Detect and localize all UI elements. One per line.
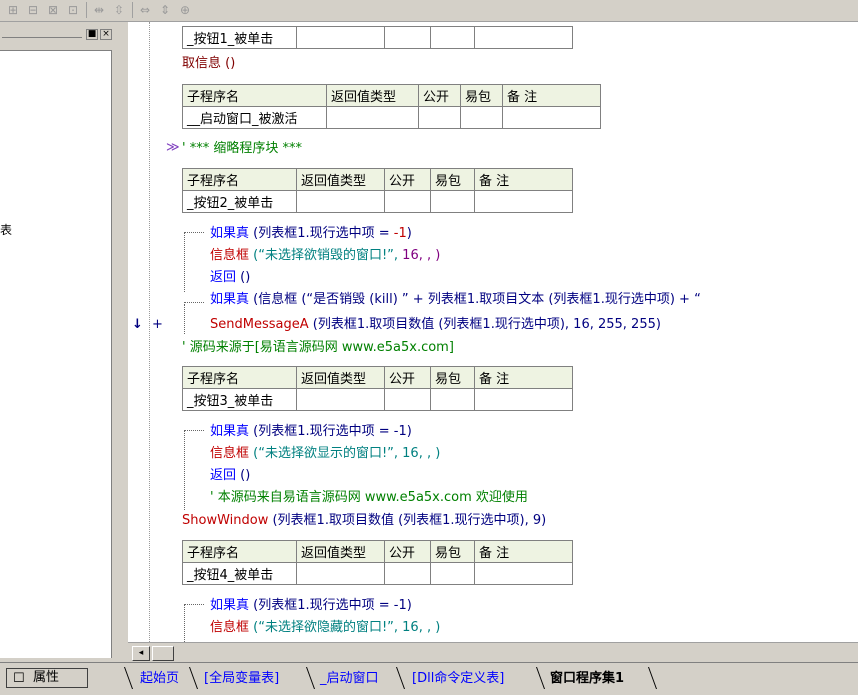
table-insert-icon[interactable]: ⊞: [4, 2, 22, 18]
row-height-icon[interactable]: ⇳: [110, 2, 128, 18]
sub-table-activate: 子程序名 返回值类型 公开 易包 备 注 __启动窗口_被激活: [182, 84, 601, 129]
header-public: 公开: [418, 84, 461, 107]
code-line[interactable]: 信息框 (“未选择欲显示的窗口!”, 16, , ): [210, 446, 440, 462]
header-sub-name: 子程序名: [182, 84, 327, 107]
comment-line[interactable]: ' 本源码来自易语言源码网 www.e5a5x.com 欢迎使用: [210, 490, 528, 506]
code-line[interactable]: 返回 (): [210, 468, 250, 484]
tab-startup-window[interactable]: _启动窗口: [320, 669, 379, 689]
sub-name-cell[interactable]: _按钮2_被单击: [182, 190, 297, 213]
column-insert-icon[interactable]: ⊡: [64, 2, 82, 18]
table-split-icon[interactable]: ⊠: [44, 2, 62, 18]
tab-window-assembly-active[interactable]: 窗口程序集1: [550, 669, 624, 689]
sub-table-button4: 子程序名 返回值类型 公开 易包 备 注 _按钮4_被单击: [182, 540, 573, 585]
panel-text: 表: [0, 223, 13, 237]
code-line[interactable]: 如果真 (列表框1.现行选中项 = -1): [210, 598, 412, 614]
expand-plus-icon[interactable]: +: [152, 317, 163, 333]
code-editor[interactable]: _按钮1_被单击 取信息 () 子程序名 返回值类型 公开 易包 备 注 __启…: [128, 22, 858, 642]
sub-name-cell[interactable]: __启动窗口_被激活: [182, 106, 327, 129]
header-public: 公开: [384, 366, 431, 389]
comment-line[interactable]: ' 源码来源于[易语言源码网 www.e5a5x.com]: [182, 340, 454, 356]
header-sub-name: 子程序名: [182, 168, 297, 191]
toolbar-separator: [86, 2, 87, 18]
property-tab-label: 属性: [33, 670, 60, 685]
code-line[interactable]: 返回 (): [210, 270, 250, 286]
sub-table-button3: 子程序名 返回值类型 公开 易包 备 注 _按钮3_被单击: [182, 366, 573, 411]
header-sub-name: 子程序名: [182, 540, 297, 563]
scroll-thumb[interactable]: [152, 646, 174, 661]
toolbar-separator: [132, 2, 133, 18]
collapsed-block[interactable]: ' *** 缩略程序块 ***: [182, 141, 302, 157]
header-remark: 备 注: [474, 540, 573, 563]
sub-name-cell[interactable]: _按钮3_被单击: [182, 388, 297, 411]
splitter[interactable]: [116, 22, 128, 662]
header-easy-pack: 易包: [430, 168, 475, 191]
header-remark: 备 注: [474, 366, 573, 389]
code-line[interactable]: 如果真 (列表框1.现行选中项 = -1): [210, 424, 412, 440]
align-horizontal-icon[interactable]: ⇔: [136, 2, 154, 18]
header-return-type: 返回值类型: [296, 366, 385, 389]
header-easy-pack: 易包: [430, 366, 475, 389]
table-merge-icon[interactable]: ⊟: [24, 2, 42, 18]
tab-dll-commands[interactable]: [Dll命令定义表]: [412, 669, 504, 689]
execution-arrow-icon[interactable]: ↓: [132, 317, 143, 333]
code-line[interactable]: 取信息 (): [182, 56, 235, 72]
panel-titlebar: ■ ×: [0, 26, 116, 42]
code-line[interactable]: SendMessageA (列表框1.取项目数值 (列表框1.现行选中项), 1…: [210, 317, 661, 333]
code-line[interactable]: 信息框 (“未选择欲隐藏的窗口!”, 16, , ): [210, 620, 440, 636]
header-sub-name: 子程序名: [182, 366, 297, 389]
header-public: 公开: [384, 540, 431, 563]
align-vertical-icon[interactable]: ⇕: [156, 2, 174, 18]
code-line[interactable]: 信息框 (“未选择欲销毁的窗口!”, 16, , ): [210, 248, 440, 264]
minimize-icon[interactable]: ■: [86, 29, 98, 40]
property-tab[interactable]: ☐ 属性: [6, 668, 88, 688]
sub-name-cell[interactable]: _按钮4_被单击: [182, 562, 297, 585]
tab-start-page[interactable]: 起始页: [140, 669, 179, 689]
header-remark: 备 注: [474, 168, 573, 191]
grid-icon[interactable]: ⊕: [176, 2, 194, 18]
header-return-type: 返回值类型: [296, 168, 385, 191]
tab-global-vars[interactable]: [全局变量表]: [204, 669, 279, 689]
close-icon[interactable]: ×: [100, 29, 112, 40]
code-line[interactable]: ShowWindow (列表框1.取项目数值 (列表框1.现行选中项), 9): [182, 513, 546, 529]
panel-body: 表: [0, 50, 112, 658]
header-easy-pack: 易包: [460, 84, 503, 107]
bottom-tab-bar: ☐ 属性 起始页 [全局变量表] _启动窗口 [Dll命令定义表] 窗口程序集1: [0, 662, 858, 695]
sub-name-cell[interactable]: _按钮1_被单击: [182, 26, 297, 49]
header-easy-pack: 易包: [430, 540, 475, 563]
horizontal-scrollbar[interactable]: ◂: [128, 642, 858, 662]
code-line[interactable]: 如果真 (信息框 (“是否销毁 (kill) ” + 列表框1.取项目文本 (列…: [210, 292, 701, 308]
header-remark: 备 注: [502, 84, 601, 107]
header-return-type: 返回值类型: [296, 540, 385, 563]
sub-table-button1: _按钮1_被单击: [182, 26, 573, 49]
scroll-left-icon[interactable]: ◂: [132, 646, 150, 661]
header-return-type: 返回值类型: [326, 84, 419, 107]
property-icon: ☐: [13, 671, 25, 686]
code-line[interactable]: 如果真 (列表框1.现行选中项 = -1): [210, 226, 412, 242]
collapse-marker-icon[interactable]: ≫: [166, 140, 180, 156]
column-width-icon[interactable]: ⇹: [90, 2, 108, 18]
header-public: 公开: [384, 168, 431, 191]
table-toolbar: ⊞ ⊟ ⊠ ⊡ ⇹ ⇳ ⇔ ⇕ ⊕: [0, 0, 858, 22]
left-panel: ■ × 表: [0, 22, 116, 662]
sub-table-button2: 子程序名 返回值类型 公开 易包 备 注 _按钮2_被单击: [182, 168, 573, 213]
